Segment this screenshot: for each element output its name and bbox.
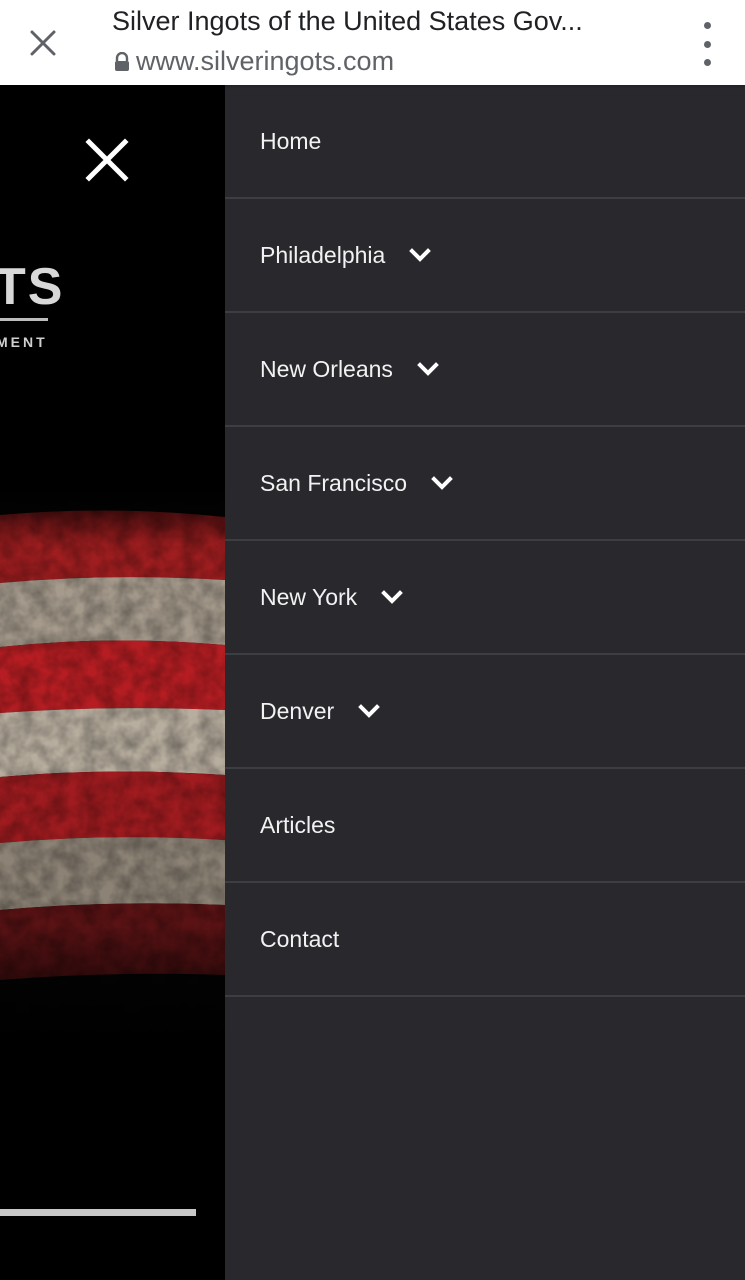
more-vert-dot bbox=[703, 59, 711, 66]
chevron-down-icon[interactable] bbox=[431, 475, 453, 491]
menu-item-label: Contact bbox=[260, 925, 340, 952]
lock-icon bbox=[115, 51, 129, 71]
logo-divider bbox=[0, 318, 48, 321]
url-bar[interactable]: www.silveringots.com bbox=[114, 46, 394, 77]
menu-item-home[interactable]: Home bbox=[225, 85, 745, 199]
menu-item-label: New York bbox=[260, 583, 358, 610]
close-tab-button[interactable] bbox=[20, 20, 66, 66]
menu-item-label: Philadelphia bbox=[260, 241, 386, 268]
browser-toolbar: Silver Ingots of the United States Gov..… bbox=[0, 0, 745, 85]
menu-item-label: Denver bbox=[260, 697, 335, 724]
menu-item-philadelphia[interactable]: Philadelphia bbox=[225, 199, 745, 313]
close-icon bbox=[85, 138, 129, 182]
menu-item-denver[interactable]: Denver bbox=[225, 655, 745, 769]
more-vert-icon bbox=[703, 22, 711, 29]
more-vert-dot bbox=[703, 40, 711, 48]
menu-item-label: Home bbox=[260, 127, 322, 154]
page-title: Silver Ingots of the United States Gov..… bbox=[112, 6, 583, 36]
menu-item-label: New Orleans bbox=[260, 355, 393, 382]
menu-item-new-orleans[interactable]: New Orleans bbox=[225, 313, 745, 427]
more-options-button[interactable] bbox=[695, 22, 719, 66]
scroll-progress-bar bbox=[0, 1209, 196, 1216]
url-text: www.silveringots.com bbox=[136, 46, 395, 76]
chevron-down-icon[interactable] bbox=[409, 247, 432, 263]
menu-item-label: San Francisco bbox=[260, 469, 408, 496]
page-background: TS MENT bbox=[0, 85, 225, 1280]
close-icon bbox=[30, 30, 56, 56]
close-menu-button[interactable] bbox=[84, 137, 130, 183]
site-logo-fragment: TS bbox=[0, 258, 65, 316]
navigation-drawer: Home Philadelphia New Orleans San Franci… bbox=[225, 85, 745, 1280]
menu-item-articles[interactable]: Articles bbox=[225, 769, 745, 883]
site-logo-subtitle: MENT bbox=[0, 334, 48, 350]
menu-item-contact[interactable]: Contact bbox=[225, 883, 745, 997]
chevron-down-icon[interactable] bbox=[417, 361, 439, 377]
menu-item-san-francisco[interactable]: San Francisco bbox=[225, 427, 745, 541]
menu-item-label: Articles bbox=[260, 811, 336, 838]
flag-image bbox=[0, 485, 225, 1045]
chevron-down-icon[interactable] bbox=[358, 703, 380, 719]
menu-item-new-york[interactable]: New York bbox=[225, 541, 745, 655]
chevron-down-icon[interactable] bbox=[381, 589, 404, 605]
